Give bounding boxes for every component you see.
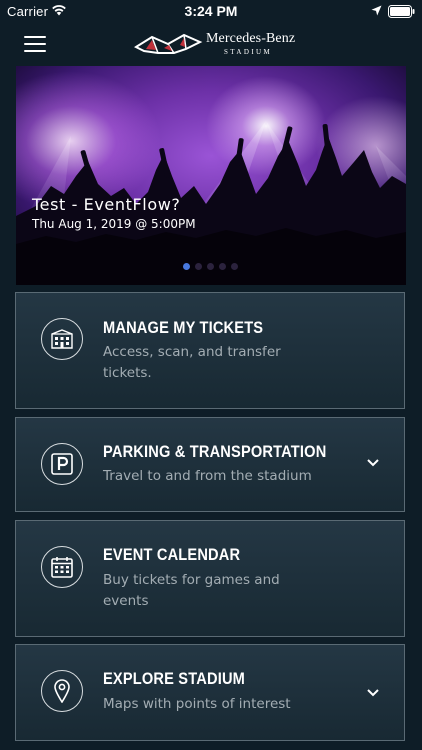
carousel-dot[interactable]: [231, 263, 238, 270]
carousel-dot-active[interactable]: [183, 263, 190, 270]
carousel-dot[interactable]: [195, 263, 202, 270]
calendar-icon: [51, 557, 73, 578]
battery-icon: [388, 5, 415, 18]
stadium-icon: [51, 329, 73, 349]
menu-line-icon: [24, 43, 46, 45]
card-description: Travel to and from the stadium: [103, 468, 312, 484]
parking-transportation-card[interactable]: PARKING & TRANSPORTATION Travel to and f…: [15, 417, 405, 512]
carousel-dot[interactable]: [207, 263, 214, 270]
status-bar: Carrier 3:24 PM: [0, 0, 422, 24]
manage-tickets-card[interactable]: MANAGE MY TICKETS Access, scan, and tran…: [15, 292, 405, 409]
event-date: Thu Aug 1, 2019 @ 5:00PM: [32, 217, 196, 231]
logo-name: Mercedes-Benz: [206, 31, 296, 46]
card-title: EVENT CALENDAR: [103, 545, 241, 564]
carousel-dot[interactable]: [219, 263, 226, 270]
featured-event-banner[interactable]: Test - EventFlow? Thu Aug 1, 2019 @ 5:00…: [16, 66, 406, 285]
chevron-down-icon[interactable]: [366, 458, 380, 468]
stadium-icon: [41, 318, 83, 360]
clock: 3:24 PM: [184, 3, 238, 19]
hamburger-menu-button[interactable]: [24, 35, 48, 55]
nav-bar: Mercedes-Benz STADIUM: [0, 24, 422, 64]
stadium-logo: Mercedes-Benz STADIUM: [134, 31, 296, 57]
event-title: Test - EventFlow?: [32, 195, 181, 214]
stadium-logo-mark-icon: [134, 33, 203, 54]
parking-icon: [51, 453, 73, 475]
crowd-silhouette-image: [16, 121, 406, 285]
logo-subtitle: STADIUM: [224, 48, 273, 56]
card-title: MANAGE MY TICKETS: [103, 318, 264, 337]
map-pin-icon: [41, 670, 83, 712]
card-description: Buy tickets for games and events: [103, 572, 280, 609]
card-title: EXPLORE STADIUM: [103, 669, 246, 688]
location-arrow-icon: [371, 5, 382, 16]
card-title: PARKING & TRANSPORTATION: [103, 442, 327, 461]
menu-line-icon: [24, 36, 46, 38]
event-calendar-card[interactable]: EVENT CALENDAR Buy tickets for games and…: [15, 520, 405, 637]
map-pin-icon: [54, 679, 70, 703]
calendar-icon: [41, 546, 83, 588]
explore-stadium-card[interactable]: EXPLORE STADIUM Maps with points of inte…: [15, 644, 405, 741]
card-description: Maps with points of interest: [103, 696, 291, 712]
parking-icon: [41, 443, 83, 485]
card-description: Access, scan, and transfer tickets.: [103, 344, 281, 381]
menu-line-icon: [24, 50, 46, 52]
chevron-down-icon[interactable]: [366, 688, 380, 698]
